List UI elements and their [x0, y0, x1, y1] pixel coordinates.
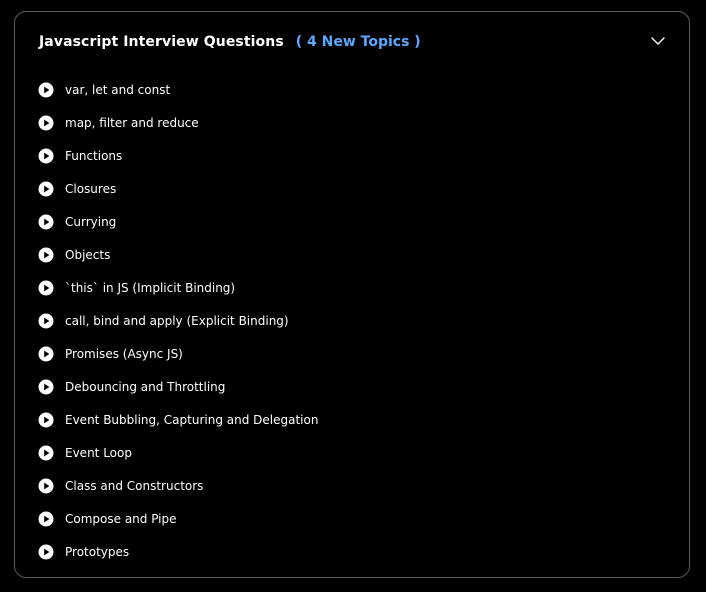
play-circle-icon — [38, 412, 54, 427]
topic-label: Promises (Async JS) — [65, 346, 183, 361]
chevron-down-icon[interactable] — [650, 33, 666, 49]
topic-item[interactable]: Event Loop — [38, 436, 318, 469]
play-circle-icon — [38, 181, 54, 196]
topic-item[interactable]: Currying — [38, 205, 318, 238]
new-topics-badge: ( 4 New Topics ) — [295, 34, 421, 50]
topic-label: Objects — [65, 247, 111, 262]
topic-item[interactable]: Objects — [38, 238, 318, 271]
topic-item[interactable]: call, bind and apply (Explicit Binding) — [38, 304, 318, 337]
topic-list: var, let and const map, filter and reduc… — [38, 73, 318, 568]
course-section-card: Javascript Interview Questions ( 4 New T… — [14, 11, 690, 578]
play-circle-icon — [38, 115, 54, 130]
topic-item[interactable]: Functions — [38, 139, 318, 172]
play-circle-icon — [38, 445, 54, 460]
play-circle-icon — [38, 148, 54, 163]
topic-item[interactable]: Class and Constructors — [38, 469, 318, 502]
topic-item[interactable]: Event Bubbling, Capturing and Delegation — [38, 403, 318, 436]
play-circle-icon — [38, 346, 54, 361]
topic-item[interactable]: Prototypes — [38, 535, 318, 568]
play-circle-icon — [38, 214, 54, 229]
play-circle-icon — [38, 544, 54, 559]
topic-item[interactable]: Debouncing and Throttling — [38, 370, 318, 403]
topic-label: Functions — [65, 148, 123, 163]
play-circle-icon — [38, 379, 54, 394]
play-circle-icon — [38, 313, 54, 328]
topic-item[interactable]: map, filter and reduce — [38, 106, 318, 139]
topic-label: Prototypes — [65, 544, 130, 559]
topic-label: Event Bubbling, Capturing and Delegation — [65, 412, 319, 427]
topic-item[interactable]: var, let and const — [38, 73, 318, 106]
topic-label: Currying — [65, 214, 117, 229]
topic-item[interactable]: Promises (Async JS) — [38, 337, 318, 370]
play-circle-icon — [38, 280, 54, 295]
topic-item[interactable]: `this` in JS (Implicit Binding) — [38, 271, 318, 304]
topic-label: map, filter and reduce — [65, 115, 199, 130]
section-title: Javascript Interview Questions — [39, 34, 284, 50]
topic-item[interactable]: Compose and Pipe — [38, 502, 318, 535]
play-circle-icon — [38, 247, 54, 262]
topic-label: call, bind and apply (Explicit Binding) — [65, 313, 289, 328]
topic-label: Class and Constructors — [65, 478, 204, 493]
play-circle-icon — [38, 511, 54, 526]
topic-label: var, let and const — [65, 82, 171, 97]
topic-item[interactable]: Closures — [38, 172, 318, 205]
section-header[interactable]: Javascript Interview Questions ( 4 New T… — [39, 30, 665, 54]
topic-label: Debouncing and Throttling — [65, 379, 226, 394]
topic-label: Closures — [65, 181, 117, 196]
play-circle-icon — [38, 478, 54, 493]
play-circle-icon — [38, 82, 54, 97]
topic-label: Compose and Pipe — [65, 511, 177, 526]
topic-label: Event Loop — [65, 445, 132, 460]
topic-label: `this` in JS (Implicit Binding) — [65, 280, 236, 295]
